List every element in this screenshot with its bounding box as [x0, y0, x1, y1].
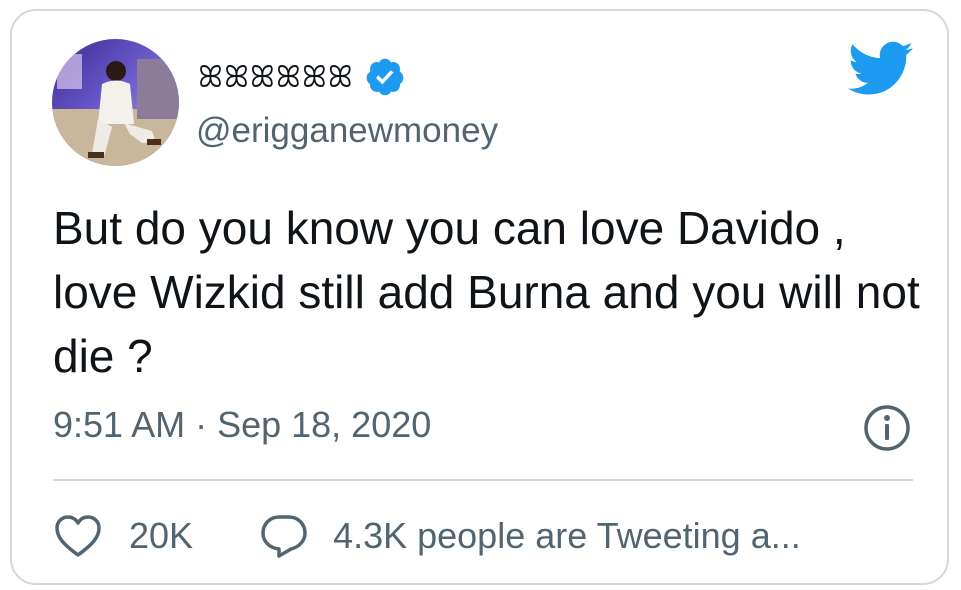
avatar-photo — [52, 39, 179, 166]
tweet-actions: 20K 4.3K people are Tweeting a... — [53, 511, 801, 561]
like-count[interactable]: 20K — [129, 515, 193, 557]
avatar[interactable] — [52, 39, 179, 166]
tweeting-about-link[interactable]: 4.3K people are Tweeting a... — [333, 515, 801, 557]
divider — [53, 479, 913, 481]
tweet-card[interactable]: ꕤꕤꕤꕤꕤꕤ @erigganewmoney But do you know y… — [10, 9, 949, 585]
verified-badge-icon — [366, 58, 404, 96]
display-name[interactable]: ꕤꕤꕤꕤꕤꕤ — [198, 60, 354, 95]
heart-icon[interactable] — [53, 513, 103, 559]
tweet-timestamp[interactable]: 9:51 AM · Sep 18, 2020 — [53, 404, 431, 446]
tweet-text: But do you know you can love Davido , lo… — [53, 202, 920, 382]
user-handle[interactable]: @erigganewmoney — [196, 111, 498, 151]
twitter-bird-icon[interactable] — [848, 41, 914, 97]
info-icon[interactable] — [862, 403, 912, 453]
speech-bubble-icon[interactable] — [259, 513, 309, 559]
name-row: ꕤꕤꕤꕤꕤꕤ — [198, 57, 406, 97]
